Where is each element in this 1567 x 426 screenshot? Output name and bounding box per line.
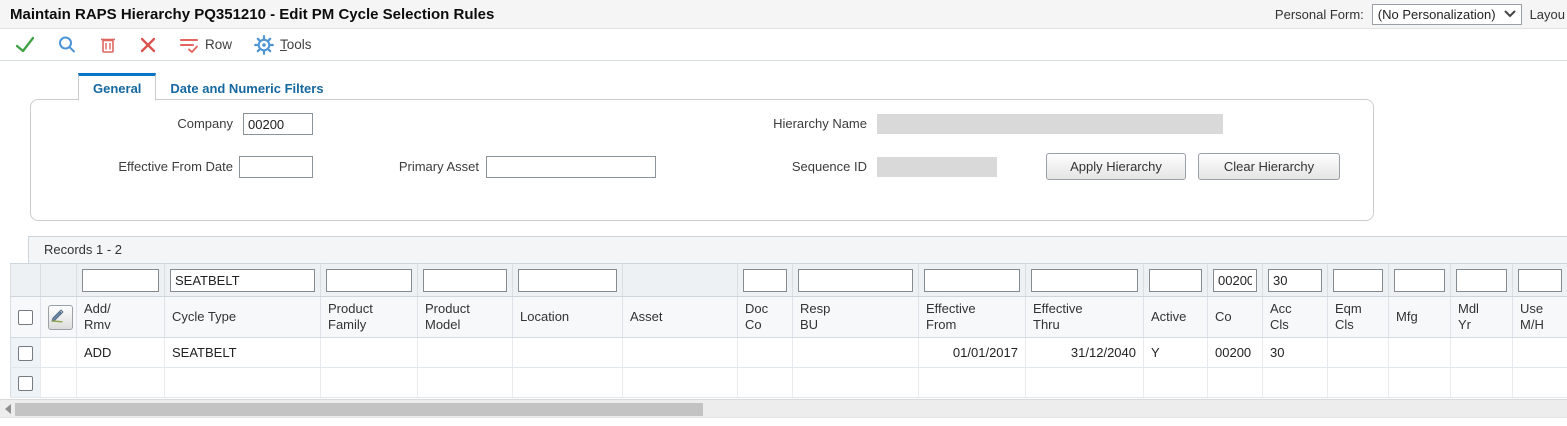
personal-form-value: (No Personalization) [1378,7,1496,22]
cell-active: Y [1144,338,1208,368]
tools-menu-button[interactable]: Tools [243,29,323,61]
filter-active-input[interactable] [1149,269,1202,292]
col-header-mdl-yr: Mdl Yr [1451,297,1513,338]
title-bar: Maintain RAPS Hierarchy PQ351210 - Edit … [0,0,1567,29]
personal-form-label: Personal Form: [1275,7,1364,22]
filter-location-input[interactable] [518,269,617,292]
filter-add-rmv-input[interactable] [82,269,159,292]
trash-icon [99,35,117,54]
gear-icon [254,35,274,55]
customize-grid-button[interactable] [48,305,73,330]
grid-header-row: Add/ Rmv Cycle Type Product Family Produ… [11,297,1567,338]
col-header-active: Active [1144,297,1208,338]
select-all-checkbox[interactable] [18,310,33,325]
filter-product-model-input[interactable] [423,269,507,292]
row-menu-label: Row [205,37,232,52]
filter-cycle-type-input[interactable] [170,269,315,292]
col-header-cycle-type: Cycle Type [165,297,321,338]
row-menu-icon [179,35,199,54]
filter-co-input[interactable] [1213,269,1257,292]
filter-eqm-cls-input[interactable] [1333,269,1383,292]
grid-section: Records 1 - 2 [0,236,1567,418]
col-header-product-model: Product Model [418,297,513,338]
sequence-id-field-disabled [877,157,997,177]
primary-asset-label: Primary Asset [331,156,479,178]
cell-cycle-type: SEATBELT [165,338,321,368]
delete-button[interactable] [88,29,128,61]
grid-filter-row [11,264,1567,297]
col-header-doc-co: Doc Co [738,297,793,338]
filter-mdl-yr-input[interactable] [1456,269,1507,292]
sequence-id-label: Sequence ID [591,156,867,178]
filter-doc-co-input[interactable] [743,269,787,292]
cell-co: 00200 [1208,338,1263,368]
col-header-co: Co [1208,297,1263,338]
personal-form-select[interactable]: (No Personalization) [1372,4,1522,25]
effective-from-date-label: Effective From Date [31,156,233,178]
col-header-effective-thru: Effective Thru [1026,297,1144,338]
filter-effective-from-input[interactable] [924,269,1020,292]
filter-use-mh-input[interactable] [1518,269,1562,292]
company-label: Company [31,113,233,135]
col-header-asset: Asset [623,297,738,338]
tab-date-numeric-filters[interactable]: Date and Numeric Filters [156,73,337,100]
hierarchy-name-label: Hierarchy Name [591,113,867,135]
scroll-left-arrow-icon[interactable] [5,404,11,414]
chevron-down-icon [1504,10,1516,18]
search-icon [57,35,77,55]
records-count-bar: Records 1 - 2 [28,236,1567,263]
general-form-panel: Company Hierarchy Name Effective From Da… [30,99,1374,221]
col-header-product-family: Product Family [321,297,418,338]
cell-acc-cls: 30 [1263,338,1328,368]
col-header-acc-cls: Acc Cls [1263,297,1328,338]
tools-menu-label: Tools [280,37,312,52]
pencil-icon [49,308,65,324]
cell-add-rmv: ADD [77,338,165,368]
clear-hierarchy-button[interactable]: Clear Hierarchy [1198,153,1340,180]
apply-hierarchy-button[interactable]: Apply Hierarchy [1046,153,1186,180]
row-menu-button[interactable]: Row [168,29,243,61]
check-icon [15,35,35,54]
col-header-resp-bu: Resp BU [793,297,919,338]
find-button[interactable] [46,29,88,61]
company-input[interactable] [243,113,313,135]
close-x-icon [139,36,157,54]
pm-cycle-rules-grid: Add/ Rmv Cycle Type Product Family Produ… [10,263,1567,398]
col-header-use-mh: Use M/H [1513,297,1567,338]
ok-button[interactable] [4,29,46,61]
filter-acc-cls-input[interactable] [1268,269,1322,292]
cell-effective-thru: 31/12/2040 [1026,338,1144,368]
close-button[interactable] [128,29,168,61]
cell-effective-from: 01/01/2017 [919,338,1026,368]
page-title: Maintain RAPS Hierarchy PQ351210 - Edit … [10,6,494,23]
horizontal-scrollbar[interactable] [0,399,1567,418]
effective-from-date-input[interactable] [239,156,313,178]
scrollbar-thumb[interactable] [15,403,703,416]
title-bar-right: Personal Form: (No Personalization) Layo… [1275,4,1565,25]
filter-effective-thru-input[interactable] [1031,269,1138,292]
col-header-location: Location [513,297,623,338]
col-header-effective-from: Effective From [919,297,1026,338]
table-row [11,368,1567,398]
col-header-mfg: Mfg [1389,297,1451,338]
filter-product-family-input[interactable] [326,269,412,292]
table-row: ADD SEATBELT 01/01/2017 31/12/2040 Y 002… [11,338,1567,368]
tab-general[interactable]: General [78,73,156,101]
col-header-add-rmv: Add/ Rmv [77,297,165,338]
col-header-eqm-cls: Eqm Cls [1328,297,1389,338]
filter-mfg-input[interactable] [1394,269,1445,292]
row-select-checkbox[interactable] [18,376,33,391]
row-select-checkbox[interactable] [18,346,33,361]
tab-bar: General Date and Numeric Filters [78,73,338,100]
hierarchy-name-field-disabled [877,114,1223,134]
layout-label: Layou [1530,7,1565,22]
toolbar: Row Tools [0,29,1567,61]
filter-resp-bu-input[interactable] [798,269,913,292]
